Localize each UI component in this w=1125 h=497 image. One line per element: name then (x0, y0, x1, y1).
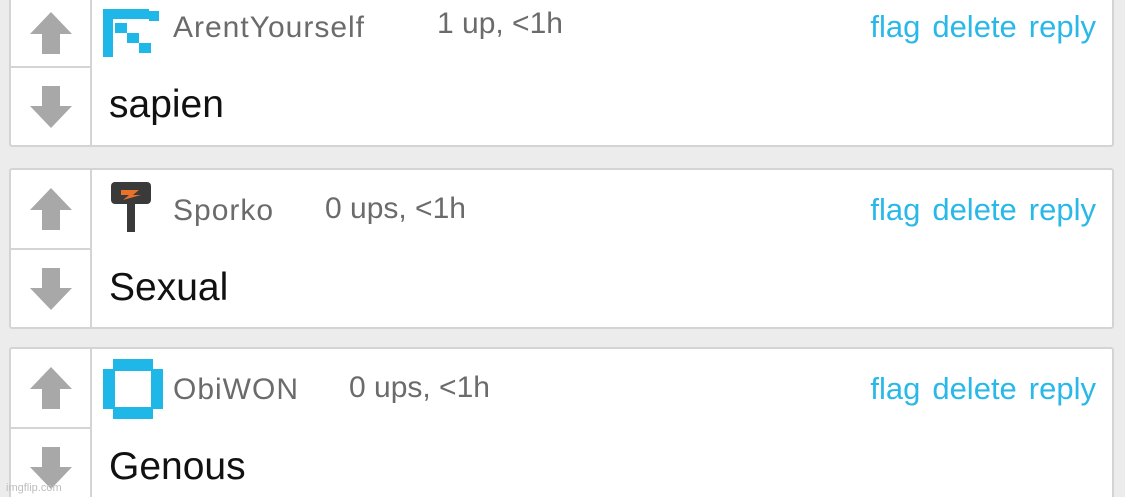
comment-actions: flag delete reply (858, 9, 1096, 45)
comment-card: Sporko 0 ups, <1h flag delete reply Sexual (9, 168, 1114, 329)
delete-link[interactable]: delete (932, 192, 1016, 227)
delete-link[interactable]: delete (932, 371, 1016, 406)
reply-link[interactable]: reply (1029, 9, 1096, 44)
up-arrow-icon (29, 11, 72, 54)
comment-content: Sporko 0 ups, <1h flag delete reply Sexual (92, 170, 1112, 327)
comment-actions: flag delete reply (858, 371, 1096, 407)
comment-content: ObiWON 0 ups, <1h flag delete reply Genous (92, 349, 1112, 497)
blue-square-ring-avatar-icon[interactable] (103, 359, 163, 419)
down-arrow-icon (29, 86, 72, 128)
username-link[interactable]: Sporko (173, 194, 274, 228)
comment-text: Genous (109, 445, 246, 488)
up-arrow-icon (29, 367, 72, 409)
comment-list: ArentYourself 1 up, <1h flag delete reply … (0, 0, 1125, 497)
comment-card: ArentYourself 1 up, <1h flag delete reply … (9, 0, 1114, 147)
blue-pixel-avatar-icon[interactable] (103, 9, 163, 69)
upvote-button[interactable] (11, 0, 90, 68)
flag-link[interactable]: flag (870, 9, 920, 44)
comment-text: Sexual (109, 266, 229, 309)
watermark: imgflip.com (6, 482, 62, 494)
downvote-button[interactable] (11, 250, 90, 328)
comment-meta: 0 ups, <1h (349, 371, 490, 404)
down-arrow-icon (29, 268, 72, 310)
downvote-button[interactable] (11, 68, 90, 146)
vote-column (11, 349, 92, 497)
comment-card: ObiWON 0 ups, <1h flag delete reply Genous (9, 347, 1114, 497)
up-arrow-icon (29, 188, 72, 230)
comment-content: ArentYourself 1 up, <1h flag delete reply … (92, 0, 1112, 145)
username-link[interactable]: ArentYourself (173, 11, 365, 45)
vote-column (11, 170, 92, 327)
reply-link[interactable]: reply (1029, 192, 1096, 227)
comment-text: sapien (109, 83, 224, 126)
upvote-button[interactable] (11, 349, 90, 429)
upvote-button[interactable] (11, 170, 90, 250)
delete-link[interactable]: delete (932, 9, 1016, 44)
comment-actions: flag delete reply (858, 192, 1096, 228)
sign-post-avatar-icon[interactable] (103, 182, 163, 242)
flag-link[interactable]: flag (870, 192, 920, 227)
vote-column (11, 0, 92, 145)
username-link[interactable]: ObiWON (173, 373, 299, 407)
comment-meta: 1 up, <1h (437, 7, 563, 40)
flag-link[interactable]: flag (870, 371, 920, 406)
comment-meta: 0 ups, <1h (325, 192, 466, 225)
reply-link[interactable]: reply (1029, 371, 1096, 406)
